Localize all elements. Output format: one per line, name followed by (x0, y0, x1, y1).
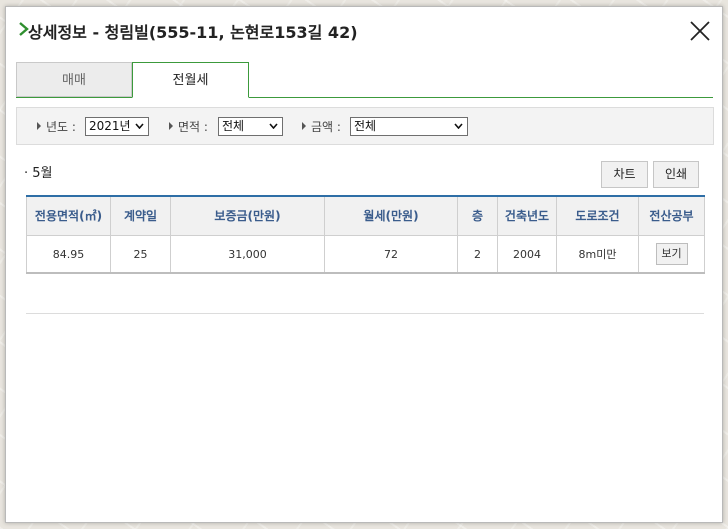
view-button[interactable]: 보기 (655, 243, 688, 265)
amount-select[interactable]: 전체 (350, 117, 468, 136)
year-filter-label: 년도 : (37, 118, 76, 136)
year-select[interactable]: 2021년 (85, 117, 149, 136)
tab-rent[interactable]: 전월세 (132, 62, 249, 98)
tab-sale[interactable]: 매매 (16, 62, 132, 97)
tab-underline (16, 97, 713, 98)
amount-label: 금액 : (311, 120, 341, 134)
chevron-down-icon (454, 123, 463, 129)
cell-action: 보기 (638, 235, 705, 274)
table-header-row: 전용면적(㎡) 계약일 보증금(만원) 월세(만원) 층 건축년도 도로조건 전… (26, 195, 705, 236)
cell-deposit: 31,000 (170, 235, 325, 274)
transaction-table: 전용면적(㎡) 계약일 보증금(만원) 월세(만원) 층 건축년도 도로조건 전… (26, 195, 705, 274)
triangle-right-icon (302, 122, 306, 130)
area-select[interactable]: 전체 (218, 117, 283, 136)
cell-day: 25 (110, 235, 171, 274)
header-floor: 층 (457, 195, 498, 236)
header-monthly-rent: 월세(만원) (324, 195, 458, 236)
cell-area: 84.95 (26, 235, 111, 274)
chevron-down-icon (269, 123, 278, 129)
cell-floor: 2 (457, 235, 498, 274)
header-built-year: 건축년도 (497, 195, 557, 236)
close-icon[interactable] (688, 19, 712, 43)
triangle-right-icon (169, 122, 173, 130)
header-road-condition: 도로조건 (556, 195, 639, 236)
dialog-title-bar: 상세정보 - 청림빌(555-11, 논현로153길 42) (6, 7, 722, 53)
header-area: 전용면적(㎡) (26, 195, 111, 236)
table-row: 84.95 25 31,000 72 2 2004 8m미만 보기 (26, 235, 705, 274)
tab-bar: 매매 전월세 (16, 62, 713, 98)
header-public-record: 전산공부 (638, 195, 705, 236)
year-label: 년도 : (46, 120, 76, 134)
header-deposit: 보증금(만원) (170, 195, 325, 236)
detail-dialog: 상세정보 - 청림빌(555-11, 논현로153길 42) 매매 전월세 년도… (5, 6, 723, 523)
area-filter-label: 면적 : (169, 118, 208, 136)
amount-value: 전체 (354, 119, 377, 133)
cell-road: 8m미만 (556, 235, 639, 274)
amount-filter-label: 금액 : (302, 118, 341, 136)
print-button[interactable]: 인쇄 (653, 161, 699, 188)
chevron-down-icon (135, 123, 144, 129)
area-label: 면적 : (178, 120, 208, 134)
filter-bar: 년도 : 2021년 면적 : 전체 금액 : 전체 (16, 107, 714, 145)
triangle-right-icon (37, 122, 41, 130)
dialog-title: 상세정보 - 청림빌(555-11, 논현로153길 42) (28, 23, 358, 42)
month-label: · 5월 (24, 166, 53, 181)
area-value: 전체 (222, 119, 245, 133)
cell-rent: 72 (324, 235, 458, 274)
cell-built: 2004 (497, 235, 557, 274)
header-contract-day: 계약일 (110, 195, 171, 236)
content-divider (26, 313, 704, 314)
chart-button[interactable]: 차트 (601, 161, 648, 188)
year-value: 2021년 (89, 119, 131, 133)
